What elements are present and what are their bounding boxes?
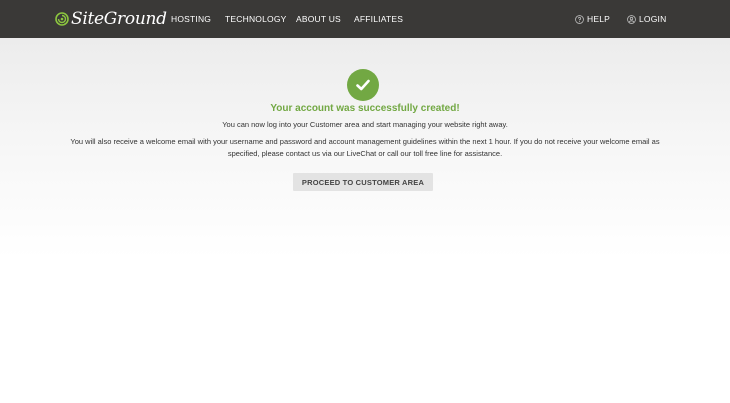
help-label: HELP	[587, 14, 611, 24]
checkmark-icon	[356, 79, 370, 91]
login-label: LOGIN	[639, 14, 667, 24]
nav-hosting[interactable]: HOSTING	[171, 14, 211, 24]
nav-affiliates[interactable]: AFFILIATES	[354, 14, 403, 24]
success-headline: Your account was successfully created!	[270, 103, 460, 114]
logo-text: SiteGround	[71, 9, 167, 29]
question-circle-icon	[575, 14, 584, 24]
login-info-text: You can now log into your Customer area …	[222, 120, 508, 129]
proceed-to-customer-area-button[interactable]: PROCEED TO CUSTOMER AREA	[293, 173, 433, 191]
welcome-email-text: You will also receive a welcome email wi…	[70, 137, 660, 158]
nav-about-us[interactable]: ABOUT US	[296, 14, 341, 24]
user-icon	[627, 14, 636, 24]
siteground-logo[interactable]: SiteGround	[55, 9, 167, 29]
help-link[interactable]: HELP	[575, 0, 610, 38]
login-link[interactable]: LOGIN	[627, 0, 666, 38]
swirl-logo-icon	[55, 12, 69, 26]
top-navigation-bar: SiteGround HOSTING TECHNOLOGY ABOUT US A…	[0, 0, 730, 38]
success-badge	[347, 69, 379, 101]
nav-technology[interactable]: TECHNOLOGY	[225, 14, 287, 24]
